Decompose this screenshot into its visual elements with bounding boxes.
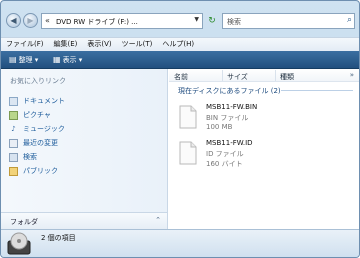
pictures-icon	[9, 110, 18, 120]
dvd-drive-icon	[7, 232, 31, 255]
back-button[interactable]: ◀	[6, 13, 21, 28]
column-header: 名前 サイズ 種類 »	[169, 69, 359, 82]
public-folder-icon	[9, 166, 18, 176]
search-input[interactable]: 検索	[227, 17, 241, 27]
nav-item-label: ピクチャ	[23, 111, 51, 119]
nav-item-search[interactable]: 検索	[9, 150, 65, 164]
address-path[interactable]: DVD RW ドライブ (F:) ...	[56, 17, 138, 27]
chevron-up-icon: ⌃	[155, 216, 161, 224]
nav-item-label: パブリック	[23, 167, 58, 175]
search-icon[interactable]: ⌕	[347, 15, 352, 25]
column-divider[interactable]	[275, 70, 276, 81]
organize-icon: ▤	[9, 55, 17, 64]
file-type: BIN ファイル	[206, 114, 249, 122]
file-name: MSB11-FW.ID	[206, 139, 253, 147]
file-item[interactable]: MSB11-FW.BIN BIN ファイル 100 MB	[179, 103, 349, 133]
organize-label: 整理	[18, 56, 33, 64]
group-divider	[281, 90, 353, 91]
folders-label: フォルダ	[10, 218, 38, 226]
column-name[interactable]: 名前	[174, 72, 188, 82]
search-folder-icon	[9, 152, 18, 162]
refresh-icon[interactable]: ↻	[205, 13, 219, 29]
nav-item-label: 最近の変更	[23, 139, 58, 147]
column-size[interactable]: サイズ	[227, 72, 248, 82]
details-pane: 2 個の項目	[1, 229, 359, 257]
file-type: ID ファイル	[206, 150, 244, 158]
address-bar[interactable]: « DVD RW ドライブ (F:) ... ▼	[41, 13, 203, 29]
folders-toggle[interactable]: フォルダ ⌃	[1, 212, 167, 229]
organize-button[interactable]: ▤ 整理 ▾	[9, 54, 38, 66]
explorer-window: ◀ ▶ « DVD RW ドライブ (F:) ... ▼ ↻ 検索 ⌕ ファイル…	[0, 0, 360, 258]
view-label: 表示	[62, 56, 77, 64]
nav-item-label: ミュージック	[23, 125, 65, 133]
breadcrumb-chevron-icon[interactable]: «	[45, 16, 50, 25]
file-item[interactable]: MSB11-FW.ID ID ファイル 160 バイト	[179, 139, 349, 169]
menu-edit[interactable]: 編集(E)	[49, 38, 83, 51]
view-icon: ▦	[53, 55, 61, 64]
nav-item-pictures[interactable]: ピクチャ	[9, 108, 65, 122]
more-columns-icon[interactable]: »	[350, 71, 354, 79]
nav-item-public[interactable]: パブリック	[9, 164, 65, 178]
file-size: 100 MB	[206, 123, 233, 131]
documents-icon	[9, 96, 18, 106]
menu-file[interactable]: ファイル(F)	[1, 38, 49, 51]
address-bar-region: ◀ ▶ « DVD RW ドライブ (F:) ... ▼ ↻ 検索 ⌕	[1, 1, 359, 37]
group-header[interactable]: 現在ディスクにあるファイル (2)	[178, 86, 281, 96]
menu-help[interactable]: ヘルプ(H)	[157, 38, 199, 51]
column-type[interactable]: 種類	[280, 72, 294, 82]
address-dropdown-icon[interactable]: ▼	[194, 16, 199, 23]
nav-item-label: ドキュメント	[23, 97, 65, 105]
menu-view[interactable]: 表示(V)	[82, 38, 116, 51]
favorites-list: ドキュメント ピクチャ ♪ ミュージック 最近の変更 検索 パブリック	[9, 94, 65, 178]
file-name: MSB11-FW.BIN	[206, 103, 258, 111]
item-count: 2 個の項目	[41, 234, 76, 242]
file-list-pane: 名前 サイズ 種類 » 現在ディスクにあるファイル (2) MSB11-FW.B…	[169, 69, 359, 229]
menu-bar: ファイル(F) 編集(E) 表示(V) ツール(T) ヘルプ(H)	[1, 37, 359, 51]
file-icon	[179, 105, 197, 129]
navigation-pane: お気に入りリンク ドキュメント ピクチャ ♪ ミュージック 最近の変更 検索 パ…	[1, 69, 168, 229]
file-icon	[179, 141, 197, 165]
nav-item-recent[interactable]: 最近の変更	[9, 136, 65, 150]
column-divider[interactable]	[222, 70, 223, 81]
forward-button[interactable]: ▶	[23, 13, 38, 28]
nav-item-documents[interactable]: ドキュメント	[9, 94, 65, 108]
music-icon: ♪	[11, 124, 16, 133]
content-area: お気に入りリンク ドキュメント ピクチャ ♪ ミュージック 最近の変更 検索 パ…	[1, 69, 359, 229]
favorites-title: お気に入りリンク	[10, 77, 66, 85]
command-toolbar: ▤ 整理 ▾ ▦ 表示 ▾	[1, 51, 359, 69]
view-button[interactable]: ▦ 表示 ▾	[53, 54, 82, 66]
menu-tools[interactable]: ツール(T)	[117, 38, 158, 51]
nav-item-label: 検索	[23, 153, 37, 161]
search-box[interactable]: 検索 ⌕	[222, 13, 355, 29]
file-size: 160 バイト	[206, 160, 243, 168]
nav-item-music[interactable]: ♪ ミュージック	[9, 122, 65, 136]
recent-changes-icon	[9, 138, 18, 148]
